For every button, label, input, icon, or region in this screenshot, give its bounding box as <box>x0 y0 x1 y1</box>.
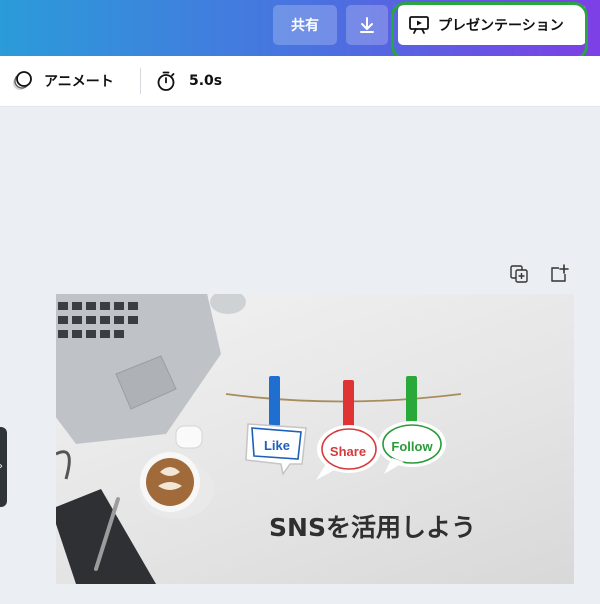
context-toolbar: アニメート 5.0s <box>0 56 600 107</box>
toolbar-divider <box>140 68 141 94</box>
share-button[interactable]: 共有 <box>273 5 337 45</box>
present-button[interactable]: プレゼンテーション <box>398 5 586 45</box>
animate-label: アニメート <box>44 74 114 90</box>
follow-tag: Follow <box>391 439 433 454</box>
presentation-icon <box>408 15 430 35</box>
present-button-label: プレゼンテーション <box>438 18 564 34</box>
side-panel-toggle[interactable]: › <box>0 427 7 507</box>
side-panel-toggle-icon: › <box>0 461 3 472</box>
laptop-illustration <box>56 294 221 444</box>
like-tag: Like <box>264 438 290 453</box>
timer-icon <box>155 70 177 92</box>
download-icon <box>357 15 377 35</box>
duration-value: 5.0s <box>189 73 223 89</box>
animate-button[interactable]: アニメート <box>10 56 114 106</box>
download-button[interactable] <box>346 5 388 45</box>
animate-icon <box>10 69 34 93</box>
duplicate-page-icon[interactable] <box>508 263 530 285</box>
share-tag: Share <box>330 444 366 459</box>
add-page-icon[interactable] <box>548 263 570 285</box>
slide-title: SNSを活用しよう <box>269 513 476 542</box>
slide-canvas[interactable]: Like Share Follow SNSを活用しよう <box>56 294 574 584</box>
duration-button[interactable]: 5.0s <box>155 56 222 106</box>
editor-header: 共有 プレゼンテーション <box>0 0 600 56</box>
